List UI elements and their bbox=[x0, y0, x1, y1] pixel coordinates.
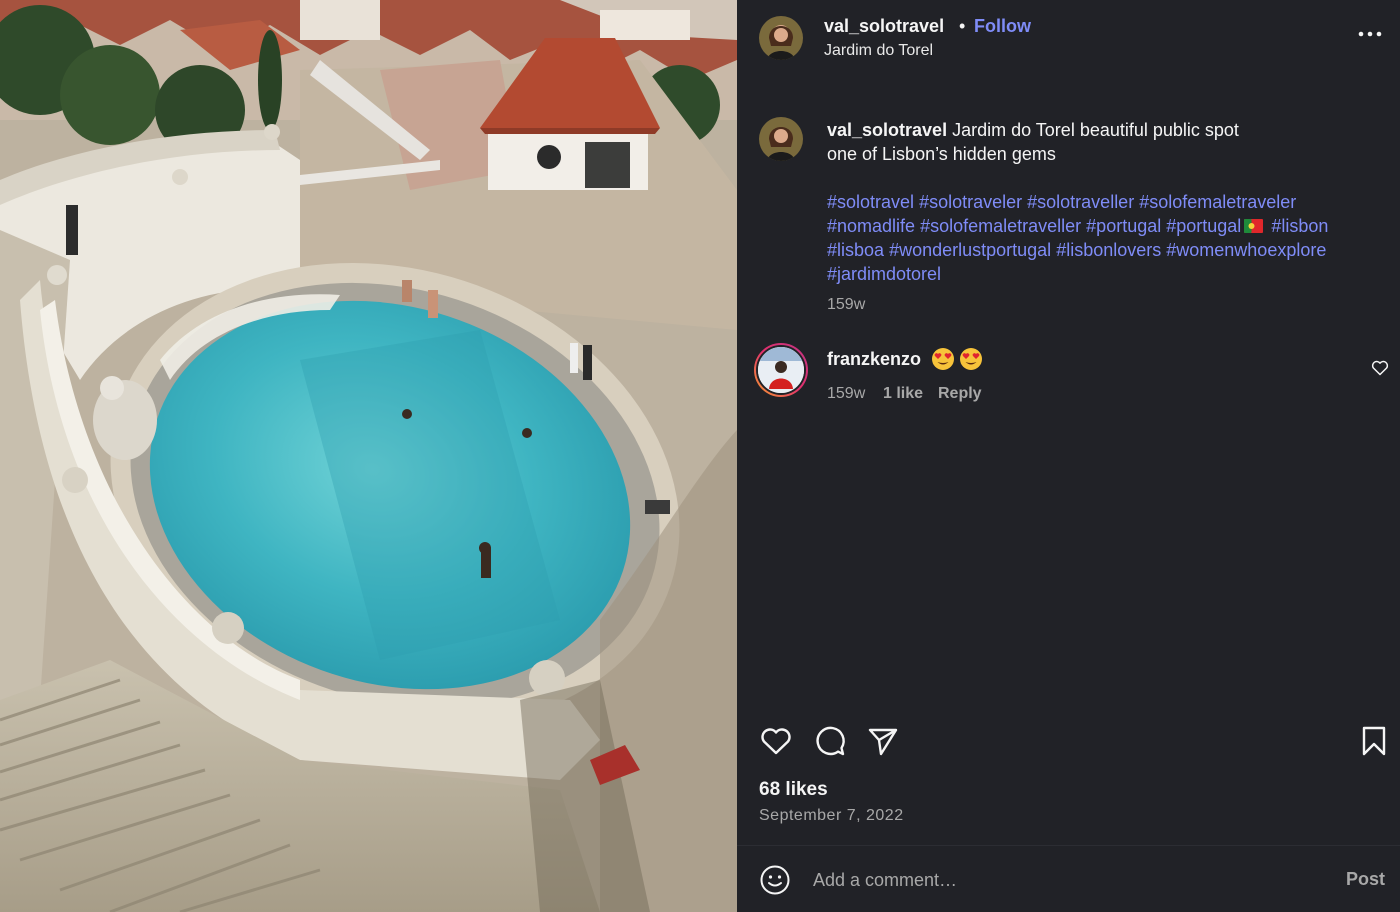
author-avatar-image bbox=[759, 16, 803, 60]
hashtag-link[interactable]: #jardimdotorel bbox=[827, 264, 941, 284]
caption-username[interactable]: val_solotravel bbox=[827, 120, 947, 140]
post-side-panel: val_solotravel • Follow Jardim do Torel … bbox=[737, 0, 1400, 912]
hashtag-link[interactable]: #portugal bbox=[1166, 216, 1241, 236]
comment-timestamp[interactable]: 159w bbox=[827, 385, 865, 403]
post-comment-button[interactable]: Post bbox=[1346, 869, 1385, 890]
smiley-icon[interactable] bbox=[759, 864, 791, 896]
comment-icon[interactable] bbox=[813, 724, 847, 758]
caption-avatar-image bbox=[759, 117, 803, 161]
post-caption: val_solotravel Jardim do Torel beautiful… bbox=[827, 118, 1387, 166]
hashtag-link[interactable]: #solotravel bbox=[827, 192, 914, 212]
follow-button[interactable]: Follow bbox=[974, 16, 1031, 37]
heart-icon[interactable] bbox=[759, 724, 793, 758]
heart-eyes-emoji bbox=[960, 348, 982, 370]
caption-author-avatar[interactable] bbox=[759, 117, 803, 161]
hashtag-link[interactable]: #solotraveler bbox=[919, 192, 1022, 212]
likes-count[interactable]: 68 likes bbox=[759, 779, 828, 801]
author-username[interactable]: val_solotravel bbox=[824, 16, 944, 37]
comment-text bbox=[931, 347, 983, 371]
hashtag-link[interactable]: #solotraveller bbox=[1027, 192, 1134, 212]
comment-likes-link[interactable]: 1 like bbox=[883, 385, 923, 403]
comment-username[interactable]: franzkenzo bbox=[827, 349, 921, 370]
hashtag-link[interactable]: #portugal bbox=[1086, 216, 1161, 236]
hashtag-link[interactable]: #nomadlife bbox=[827, 216, 915, 236]
hashtag-link[interactable]: #lisboa bbox=[827, 240, 884, 260]
post-photo[interactable] bbox=[0, 0, 737, 912]
comment-reply-button[interactable]: Reply bbox=[938, 385, 982, 403]
heart-eyes-emoji bbox=[932, 348, 954, 370]
commenter-avatar-image bbox=[756, 345, 806, 395]
pool-photo-illustration bbox=[0, 0, 737, 912]
hashtag-link[interactable]: #solofemaletraveller bbox=[920, 216, 1081, 236]
composer-divider bbox=[737, 845, 1400, 846]
post-location[interactable]: Jardim do Torel bbox=[824, 42, 933, 60]
hashtag-link[interactable]: #lisbonlovers bbox=[1056, 240, 1161, 260]
author-avatar[interactable] bbox=[759, 16, 803, 60]
hashtag-link[interactable]: #wonderlustportugal bbox=[889, 240, 1051, 260]
caption-text-line1: Jardim do Torel beautiful public spot bbox=[952, 120, 1239, 140]
more-horizontal-icon[interactable] bbox=[1357, 24, 1383, 44]
add-comment-input[interactable] bbox=[813, 866, 1333, 894]
paper-plane-icon[interactable] bbox=[866, 724, 900, 758]
comment-like-heart-icon[interactable] bbox=[1371, 360, 1389, 376]
caption-hashtags: #solotravel #solotraveler #solotraveller… bbox=[827, 190, 1387, 286]
bookmark-icon[interactable] bbox=[1357, 724, 1391, 758]
commenter-avatar-illustration bbox=[758, 347, 804, 393]
hashtag-link[interactable]: #solofemaletraveler bbox=[1139, 192, 1296, 212]
header-separator: • bbox=[959, 16, 966, 36]
hashtag-link[interactable]: #womenwhoexplore bbox=[1166, 240, 1326, 260]
hashtag-link[interactable]: #lisbon bbox=[1271, 216, 1328, 236]
commenter-avatar[interactable] bbox=[754, 343, 808, 397]
caption-text-line2: one of Lisbon’s hidden gems bbox=[827, 144, 1056, 164]
portugal-flag-icon bbox=[1244, 219, 1264, 233]
post-date: September 7, 2022 bbox=[759, 807, 904, 824]
caption-timestamp[interactable]: 159w bbox=[827, 296, 865, 314]
